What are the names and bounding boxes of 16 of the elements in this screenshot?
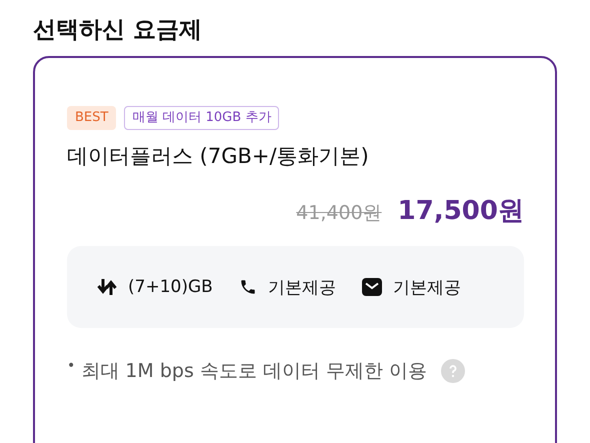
- feature-label: (7+10)GB: [128, 277, 213, 297]
- feature-label: 기본제공: [392, 276, 461, 298]
- note-text: 최대 1M bps 속도로 데이터 무제한 이용: [81, 359, 428, 384]
- best-badge: BEST: [67, 106, 116, 130]
- envelope-icon: [362, 278, 382, 296]
- plan-card[interactable]: BEST 매월 데이터 10GB 추가 데이터플러스 (7GB+/통화기본) 41,400원 17,500원 (7+10)GB 기본제공 기본제공 • 최대 1M bps 속도로 데이터 무제한 이용: [33, 56, 557, 443]
- promo-badge: 매월 데이터 10GB 추가: [124, 106, 280, 130]
- plan-name: 데이터플러스 (7GB+/통화기본): [67, 143, 370, 170]
- sale-price: 17,500원: [398, 195, 524, 228]
- feature-label: 기본제공: [268, 276, 336, 298]
- original-price: 41,400원: [296, 201, 382, 226]
- section-heading: 선택하신 요금제: [33, 16, 204, 45]
- bullet: •: [67, 358, 76, 374]
- help-icon[interactable]: [441, 359, 466, 383]
- phone-icon: [238, 278, 257, 296]
- up-down-arrows-icon: [97, 278, 117, 296]
